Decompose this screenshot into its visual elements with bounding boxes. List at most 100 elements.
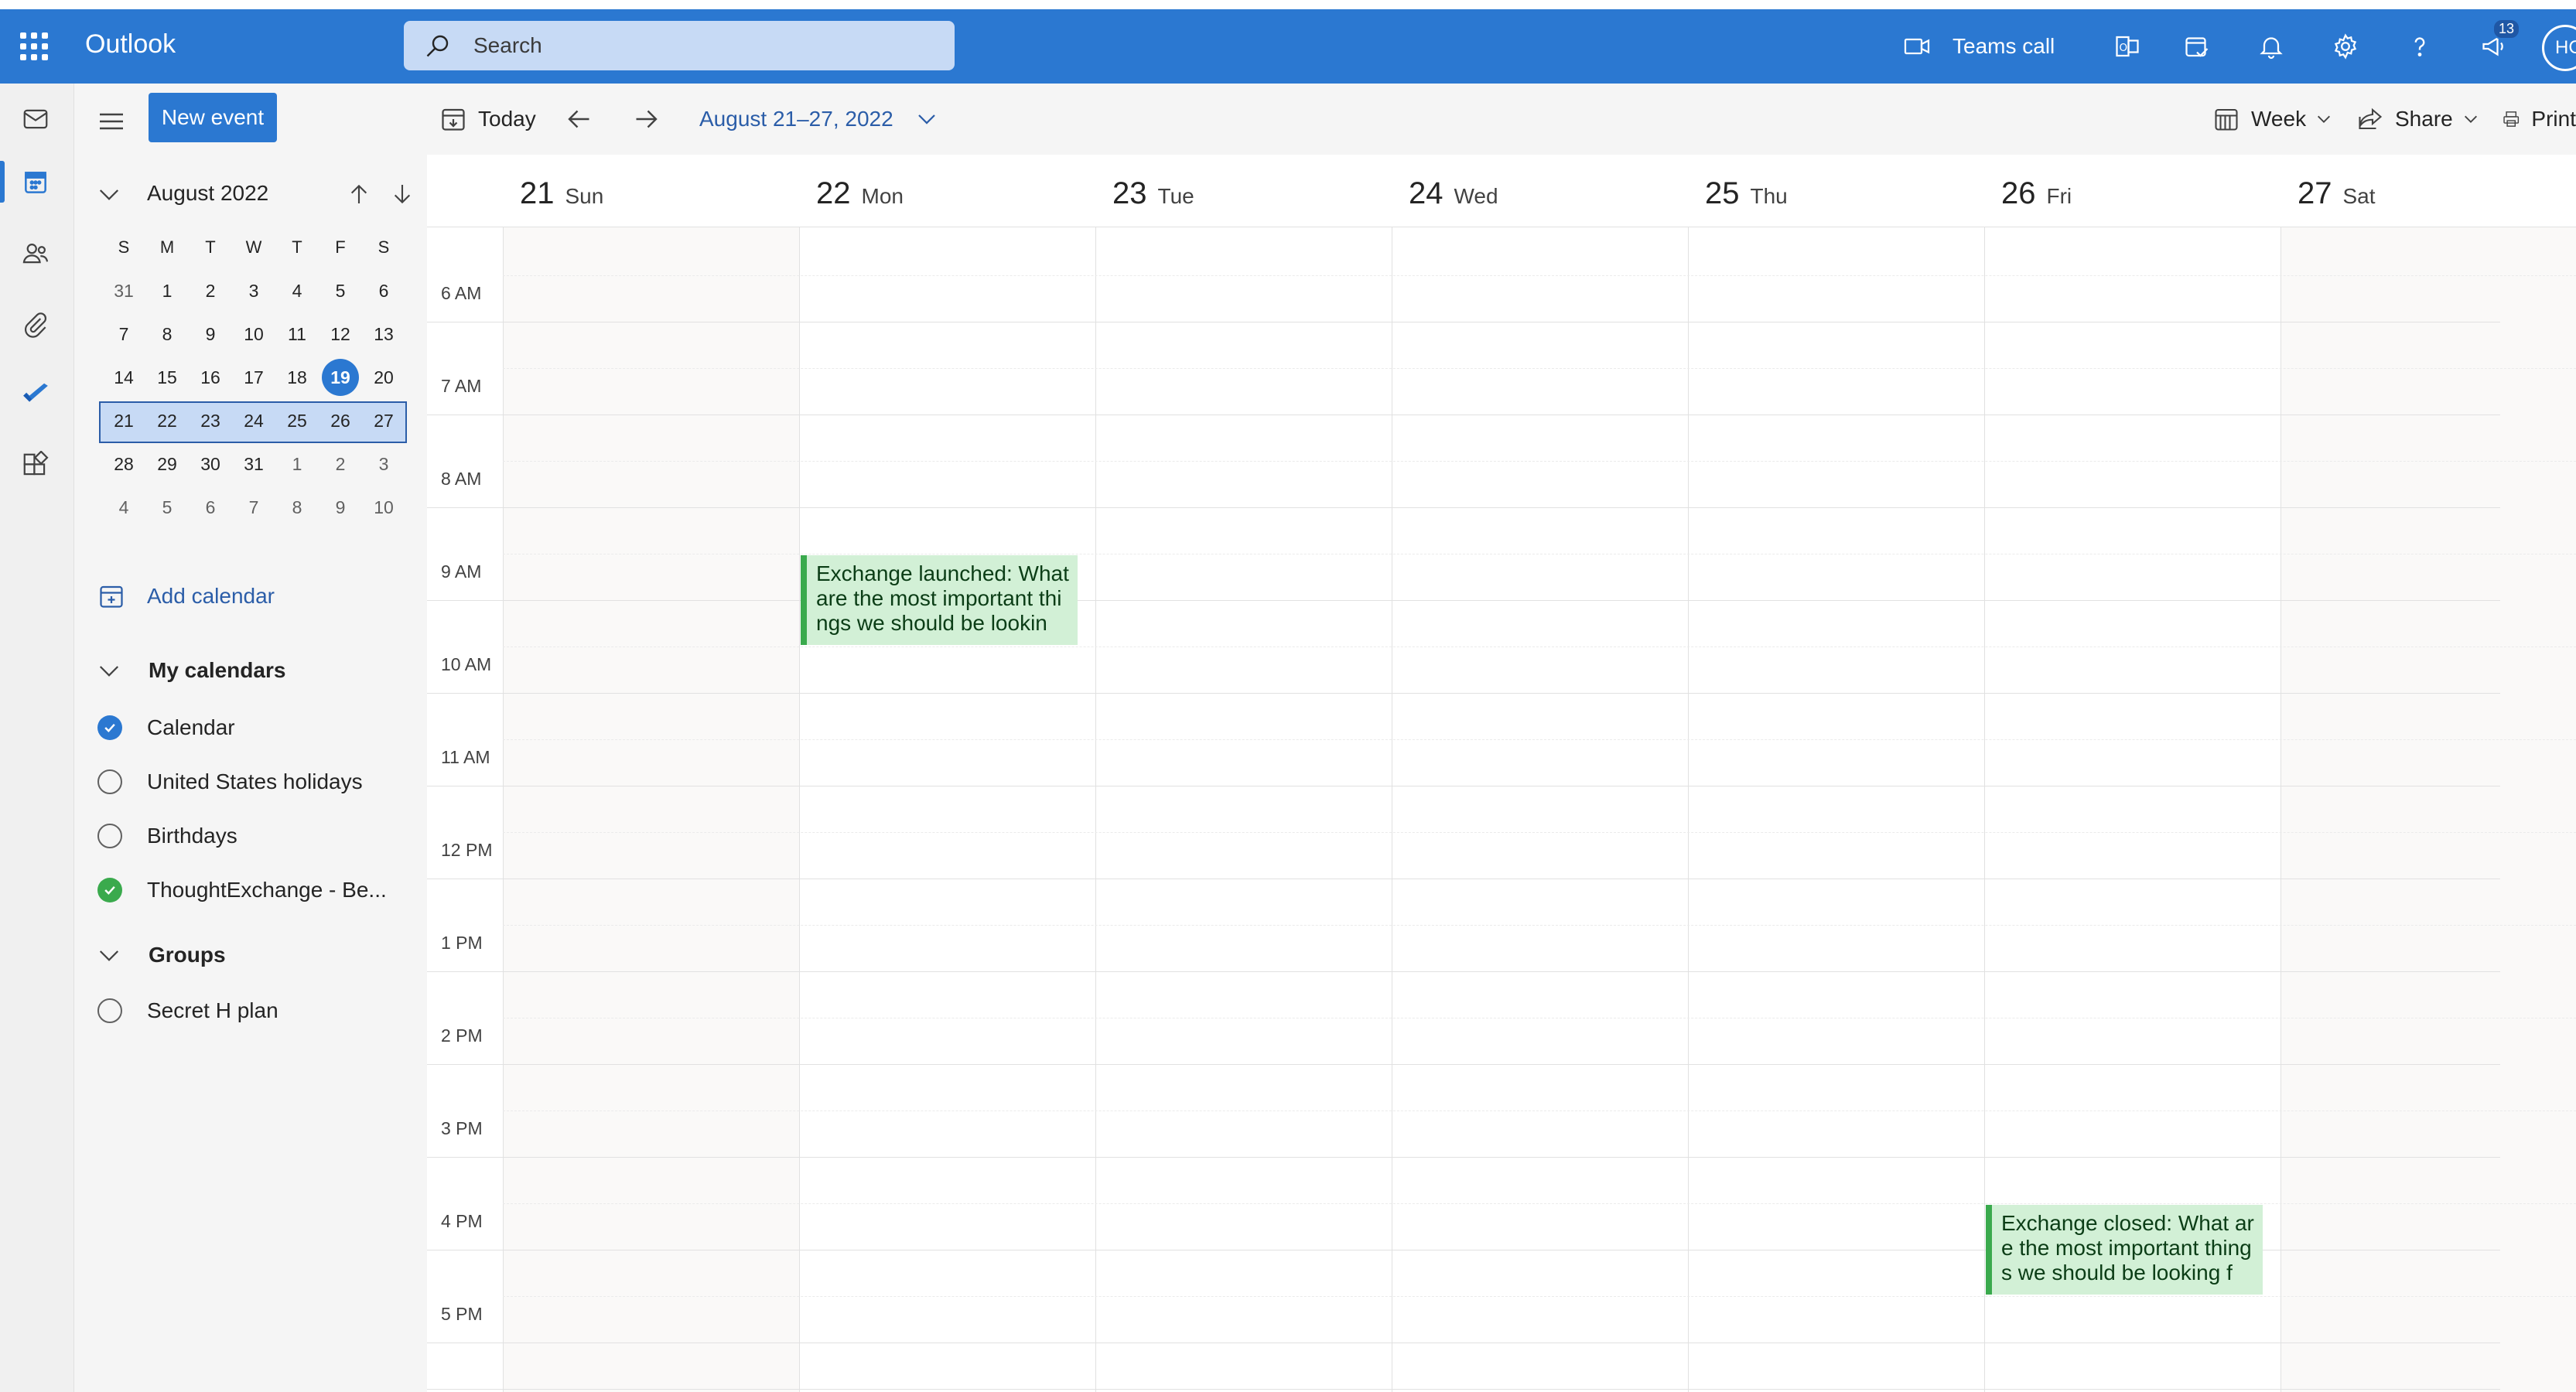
mini-calendar-day[interactable]: 9 [319,497,362,518]
add-calendar-link[interactable]: Add calendar [97,577,275,616]
calendar-item-birthdays[interactable]: Birthdays [97,817,237,855]
day-column-tue[interactable] [1095,227,1392,1392]
mini-calendar-day[interactable]: 11 [275,324,319,345]
mini-calendar-day[interactable]: 7 [102,324,145,345]
mini-calendar-day[interactable]: 6 [362,281,405,302]
group-item-secret-h-plan[interactable]: Secret H plan [97,991,278,1030]
mini-calendar-day[interactable]: 30 [189,454,232,475]
unchecked-circle-icon[interactable] [97,769,122,794]
mini-calendar-day[interactable]: 27 [362,411,405,432]
avatar[interactable]: HC [2542,25,2576,71]
mini-calendar-day[interactable]: 13 [362,324,405,345]
day-header-fri[interactable]: 26 Fri [2001,176,2072,211]
day-header-sat[interactable]: 27 Sat [2298,176,2376,211]
mini-calendar-day[interactable]: 18 [275,367,319,388]
day-column-thu[interactable] [1688,227,1984,1392]
day-column-wed[interactable] [1392,227,1688,1392]
app-launcher-icon[interactable] [20,32,48,60]
mini-calendar-month[interactable]: August 2022 [147,181,268,206]
mini-calendar-day[interactable]: 20 [362,367,405,388]
mini-calendar-day[interactable]: 16 [189,367,232,388]
chevron-down-icon[interactable] [97,184,121,204]
previous-week-button[interactable] [565,97,593,141]
day-header-mon[interactable]: 22 Mon [816,176,904,211]
arrow-up-icon[interactable] [347,181,371,207]
view-switcher-button[interactable]: Week [2212,97,2332,141]
mini-calendar-day[interactable]: 31 [102,281,145,302]
mini-calendar-day[interactable]: 2 [189,281,232,302]
unchecked-circle-icon[interactable] [97,998,122,1023]
mini-calendar-day[interactable]: 4 [102,497,145,518]
app-name[interactable]: Outlook [85,29,176,60]
office-button[interactable]: O [2104,23,2151,70]
search-input[interactable] [473,29,938,63]
mini-calendar-day[interactable]: 3 [362,454,405,475]
my-day-button[interactable] [2174,23,2220,70]
mini-calendar-day[interactable]: 10 [232,324,275,345]
mini-calendar-day[interactable]: 4 [275,281,319,302]
help-button[interactable] [2397,23,2443,70]
mini-calendar-day[interactable]: 5 [319,281,362,302]
hamburger-menu-icon[interactable] [97,110,125,133]
mini-calendar-day[interactable]: 25 [275,411,319,432]
todo-nav-button[interactable] [17,376,54,413]
mini-calendar-day[interactable]: 24 [232,411,275,432]
calendar-item-us-holidays[interactable]: United States holidays [97,763,363,801]
day-header-tue[interactable]: 23 Tue [1112,176,1194,211]
feedback-button[interactable]: 13 [2471,19,2520,70]
today-button[interactable]: Today [439,97,536,141]
print-button[interactable]: Print [2502,97,2576,141]
next-week-button[interactable] [633,97,661,141]
event-exchange-launched[interactable]: Exchange launched: What are the most imp… [801,555,1078,645]
mini-calendar-day[interactable]: 22 [145,411,189,432]
day-column-mon[interactable] [799,227,1095,1392]
mini-calendar-day[interactable]: 5 [145,497,189,518]
search-box[interactable] [404,21,955,70]
mini-calendar-day[interactable]: 28 [102,454,145,475]
arrow-down-icon[interactable] [390,181,415,207]
mini-calendar-day[interactable]: 17 [232,367,275,388]
day-header-thu[interactable]: 25 Thu [1705,176,1788,211]
mini-calendar-day[interactable]: 8 [275,497,319,518]
calendar-item-calendar[interactable]: Calendar [97,708,235,747]
unchecked-circle-icon[interactable] [97,824,122,848]
mini-calendar-day[interactable]: 12 [319,324,362,345]
mini-calendar-day[interactable]: 15 [145,367,189,388]
mail-nav-button[interactable] [17,101,54,138]
mini-calendar-day[interactable]: 3 [232,281,275,302]
new-event-button[interactable]: New event [149,93,277,142]
mini-calendar-day[interactable]: 7 [232,497,275,518]
calendar-item-thoughtexchange[interactable]: ThoughtExchange - Be... [97,871,387,909]
apps-nav-button[interactable] [17,447,54,484]
mini-calendar-day[interactable]: 14 [102,367,145,388]
mini-calendar-day[interactable]: 9 [189,324,232,345]
day-header-wed[interactable]: 24 Wed [1409,176,1498,211]
teams-call-button[interactable]: Teams call [1903,23,2081,70]
day-header-sun[interactable]: 21 Sun [520,176,603,211]
day-column-sat[interactable] [2280,227,2576,1392]
mini-calendar-day[interactable]: 8 [145,324,189,345]
settings-button[interactable] [2322,23,2369,70]
my-calendars-section-toggle[interactable]: My calendars [97,651,285,690]
mini-calendar-day[interactable]: 6 [189,497,232,518]
mini-calendar-today[interactable]: 19 [319,359,362,396]
calendar-nav-button[interactable] [17,164,54,201]
share-button[interactable]: Share [2356,97,2479,141]
date-range-picker[interactable]: August 21–27, 2022 [699,97,938,141]
event-exchange-closed[interactable]: Exchange closed: What are the most impor… [1986,1205,2263,1295]
mini-calendar-day[interactable]: 1 [275,454,319,475]
mini-calendar-day[interactable]: 1 [145,281,189,302]
groups-section-toggle[interactable]: Groups [97,936,226,974]
mini-calendar-day[interactable]: 29 [145,454,189,475]
mini-calendar-day[interactable]: 21 [102,411,145,432]
checked-circle-icon[interactable] [97,878,122,902]
checked-circle-icon[interactable] [97,715,122,740]
notifications-button[interactable] [2248,23,2294,70]
files-nav-button[interactable] [17,306,54,343]
mini-calendar-day[interactable]: 26 [319,411,362,432]
mini-calendar-day[interactable]: 23 [189,411,232,432]
day-column-sun[interactable] [503,227,799,1392]
mini-calendar-day[interactable]: 10 [362,497,405,518]
mini-calendar-day[interactable]: 31 [232,454,275,475]
mini-calendar-day[interactable]: 2 [319,454,362,475]
